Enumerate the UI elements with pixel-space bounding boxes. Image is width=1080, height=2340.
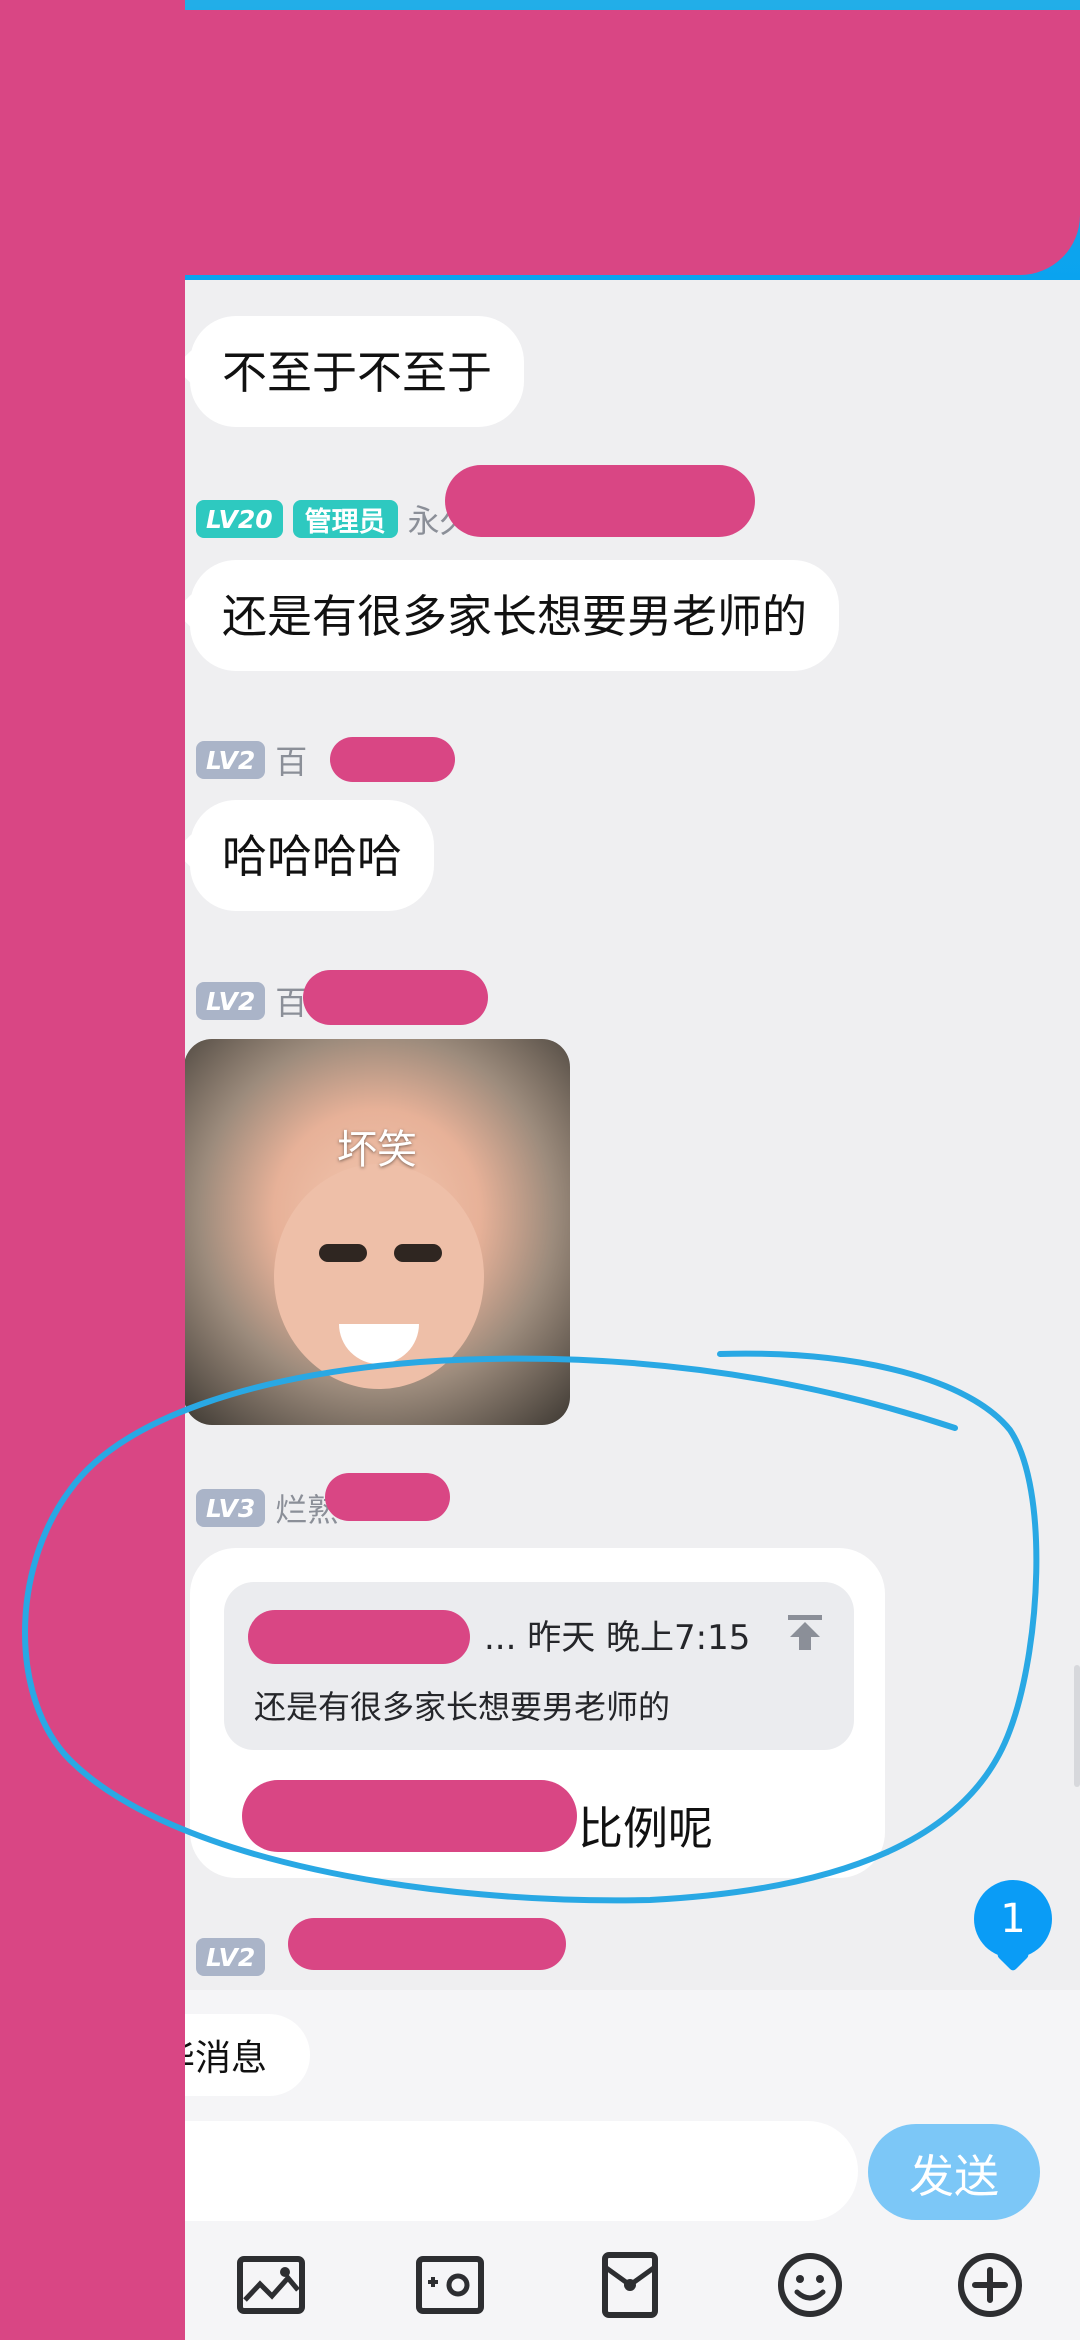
scrollbar[interactable] — [1074, 1665, 1080, 1787]
send-button[interactable]: 发送 — [868, 2124, 1040, 2220]
plus-icon[interactable] — [955, 2250, 1025, 2320]
quote-timestamp: ... 昨天 晚上7:15 — [484, 1618, 751, 1658]
sender-info: LV2 — [196, 1938, 266, 1976]
sender-info: LV3 烂熟 — [196, 1485, 339, 1531]
redaction-mark — [445, 465, 755, 537]
redpacket-icon[interactable] — [595, 2250, 665, 2320]
message-text: 不至于不至于 — [222, 346, 493, 399]
camera-icon[interactable] — [415, 2250, 485, 2320]
sender-info: LV20 管理员 永久 — [196, 496, 472, 542]
level-badge: LV3 — [196, 1489, 266, 1527]
level-badge: LV20 — [196, 500, 283, 538]
sender-info: LV2 百 — [196, 737, 307, 783]
quote-text: 还是有很多家长想要男老师的 — [254, 1688, 671, 1726]
admin-badge: 管理员 — [292, 500, 398, 538]
unread-count-badge[interactable]: 1 — [974, 1880, 1052, 1958]
sender-info: LV2 百 — [196, 978, 307, 1024]
sticker-image[interactable]: 坏笑 — [184, 1039, 570, 1425]
eye — [319, 1244, 367, 1262]
level-badge: LV2 — [196, 1938, 266, 1976]
message-bubble[interactable]: 不至于不至于 — [190, 316, 525, 427]
redaction-mark — [303, 970, 488, 1025]
image-icon[interactable] — [236, 2250, 306, 2320]
reply-text: 比例呢 — [578, 1802, 714, 1855]
message-bubble[interactable]: 还是有很多家长想要男老师的 — [190, 560, 840, 671]
level-badge: LV2 — [196, 741, 266, 779]
redaction-mark — [0, 0, 185, 2340]
redaction-mark — [330, 737, 455, 782]
message-text: 哈哈哈哈 — [222, 830, 403, 883]
sticker-caption: 坏笑 — [337, 1127, 417, 1173]
eye — [394, 1244, 442, 1262]
redaction-mark — [325, 1473, 450, 1521]
level-badge: LV2 — [196, 982, 266, 1020]
sender-name[interactable]: 百 — [275, 737, 307, 783]
redaction-mark — [288, 1918, 566, 1970]
redaction-mark — [248, 1610, 470, 1664]
redaction-mark — [242, 1780, 577, 1852]
emoji-icon[interactable] — [775, 2250, 845, 2320]
pin-icon[interactable] — [784, 1612, 826, 1652]
message-bubble[interactable]: 哈哈哈哈 — [190, 800, 435, 911]
quoted-message[interactable]: ... 昨天 晚上7:15 还是有很多家长想要男老师的 — [224, 1582, 854, 1750]
message-text: 还是有很多家长想要男老师的 — [222, 590, 808, 643]
